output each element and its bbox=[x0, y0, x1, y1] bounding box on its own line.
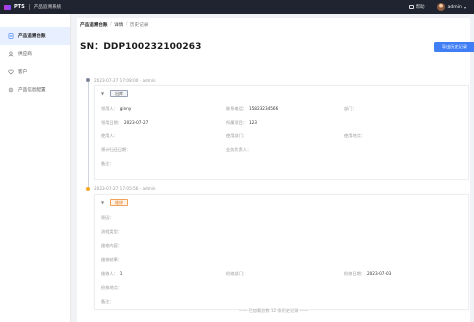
field-repair-result: 维修结果： bbox=[101, 257, 122, 262]
avatar[interactable] bbox=[436, 3, 445, 11]
help-label: 帮助 bbox=[415, 5, 425, 10]
load-summary: —— 已加载总数 12 条历史记录 —— bbox=[238, 308, 309, 313]
history-card: ▼ 出库 领用人： ginny 联系电话： 15823234566 部门： 领用日期… bbox=[94, 85, 469, 180]
breadcrumb-separator: / bbox=[125, 22, 128, 27]
field-reason: 原因： bbox=[101, 215, 114, 220]
export-history-button[interactable]: 导出历史记录 bbox=[434, 42, 474, 52]
breadcrumb-item-detail[interactable]: 详情 bbox=[114, 22, 123, 28]
sidebar: 产品追溯台账 供应商 客户 产品信息配置 bbox=[0, 14, 71, 322]
sidebar-item-label: 客户 bbox=[18, 70, 28, 75]
sidebar-item-product-config[interactable]: 产品信息配置 bbox=[0, 81, 70, 99]
sidebar-item-label: 供应商 bbox=[18, 52, 32, 57]
field-return-date: 预计归还日期： bbox=[101, 147, 131, 152]
app-logo[interactable]: PTS bbox=[0, 0, 25, 14]
breadcrumb-item-history: 历史记录 bbox=[129, 23, 149, 28]
user-name[interactable]: admin bbox=[448, 5, 462, 10]
main-content: 产品追溯台账 / 详情 / 历史记录 SN：DDP100232100263 导出… bbox=[71, 14, 474, 322]
help-icon bbox=[409, 4, 414, 10]
entry-meta: 2023-07-27 17:05:56 · admin bbox=[94, 186, 156, 191]
logo-text: PTS bbox=[14, 4, 25, 10]
ledger-icon bbox=[8, 33, 14, 39]
divider bbox=[28, 4, 30, 10]
field-repair-content: 维修内容： bbox=[101, 243, 122, 248]
settings-icon bbox=[8, 87, 14, 93]
customer-icon bbox=[8, 69, 14, 75]
chevron-down-icon[interactable]: ▼ bbox=[100, 91, 105, 96]
breadcrumb-separator: / bbox=[110, 22, 112, 27]
field-repairer: 维修人： 1 bbox=[101, 271, 123, 276]
timeline-line bbox=[87, 82, 89, 187]
chevron-down-icon[interactable]: ▾ bbox=[464, 5, 466, 10]
breadcrumb: 产品追溯台账 / 详情 / 历史记录 bbox=[80, 22, 148, 28]
field-use-dept: 使用部门： bbox=[226, 133, 247, 138]
field-project: 所属项目： 123 bbox=[226, 120, 257, 125]
sidebar-item-ledger[interactable]: 产品追溯台账 bbox=[0, 27, 70, 45]
sidebar-item-label: 产品信息配置 bbox=[18, 88, 46, 93]
field-remark: 备注： bbox=[101, 161, 114, 166]
field-repair-location: 检修地点： bbox=[101, 285, 122, 290]
field-dept: 部门： bbox=[344, 106, 357, 111]
chevron-down-icon[interactable]: ▼ bbox=[100, 200, 105, 205]
entry-meta: 2023-07-27 17:08:00 · admin bbox=[94, 78, 156, 83]
detail-panel: 产品追溯台账 / 详情 / 历史记录 SN：DDP100232100263 导出… bbox=[77, 18, 474, 322]
sidebar-item-customer[interactable]: 客户 bbox=[0, 63, 70, 81]
field-user: 使用人： bbox=[101, 133, 118, 138]
field-repair-dept: 检修部门： bbox=[226, 271, 247, 276]
field-contact: 领用人： ginny bbox=[101, 106, 132, 111]
help-button[interactable]: 帮助 bbox=[409, 4, 425, 10]
sidebar-item-supplier[interactable]: 供应商 bbox=[0, 45, 70, 63]
logo-mark-icon bbox=[4, 4, 11, 10]
field-date: 领用日期： 2023-07-27 bbox=[101, 120, 149, 125]
sidebar-item-label: 产品追溯台账 bbox=[18, 34, 46, 39]
system-name: 产品追溯系统 bbox=[33, 5, 62, 10]
timeline-dot bbox=[85, 78, 90, 82]
field-phone: 联系电话： 15823234566 bbox=[226, 106, 279, 111]
breadcrumb-item-ledger[interactable]: 产品追溯台账 bbox=[80, 22, 108, 28]
top-bar: PTS 产品追溯系统 帮助 admin ▾ bbox=[0, 0, 474, 14]
field-location: 使用地点： bbox=[344, 133, 365, 138]
field-flow-type: 流程类型： bbox=[101, 229, 122, 234]
field-remark: 备注： bbox=[101, 299, 114, 304]
history-card: ▼ 维修 原因： 流程类型： 维修内容： 维修结果： 维修人： 1 检修部门： 检… bbox=[94, 194, 469, 310]
page-title: SN：DDP100232100263 bbox=[80, 42, 202, 52]
field-owner: 业务负责人： bbox=[226, 147, 252, 152]
status-badge: 出库 bbox=[110, 90, 128, 97]
field-repair-date: 检修日期： 2023-07-03 bbox=[344, 271, 392, 276]
supplier-icon bbox=[8, 51, 14, 57]
status-badge: 维修 bbox=[110, 199, 128, 206]
timeline-dot bbox=[85, 187, 90, 191]
